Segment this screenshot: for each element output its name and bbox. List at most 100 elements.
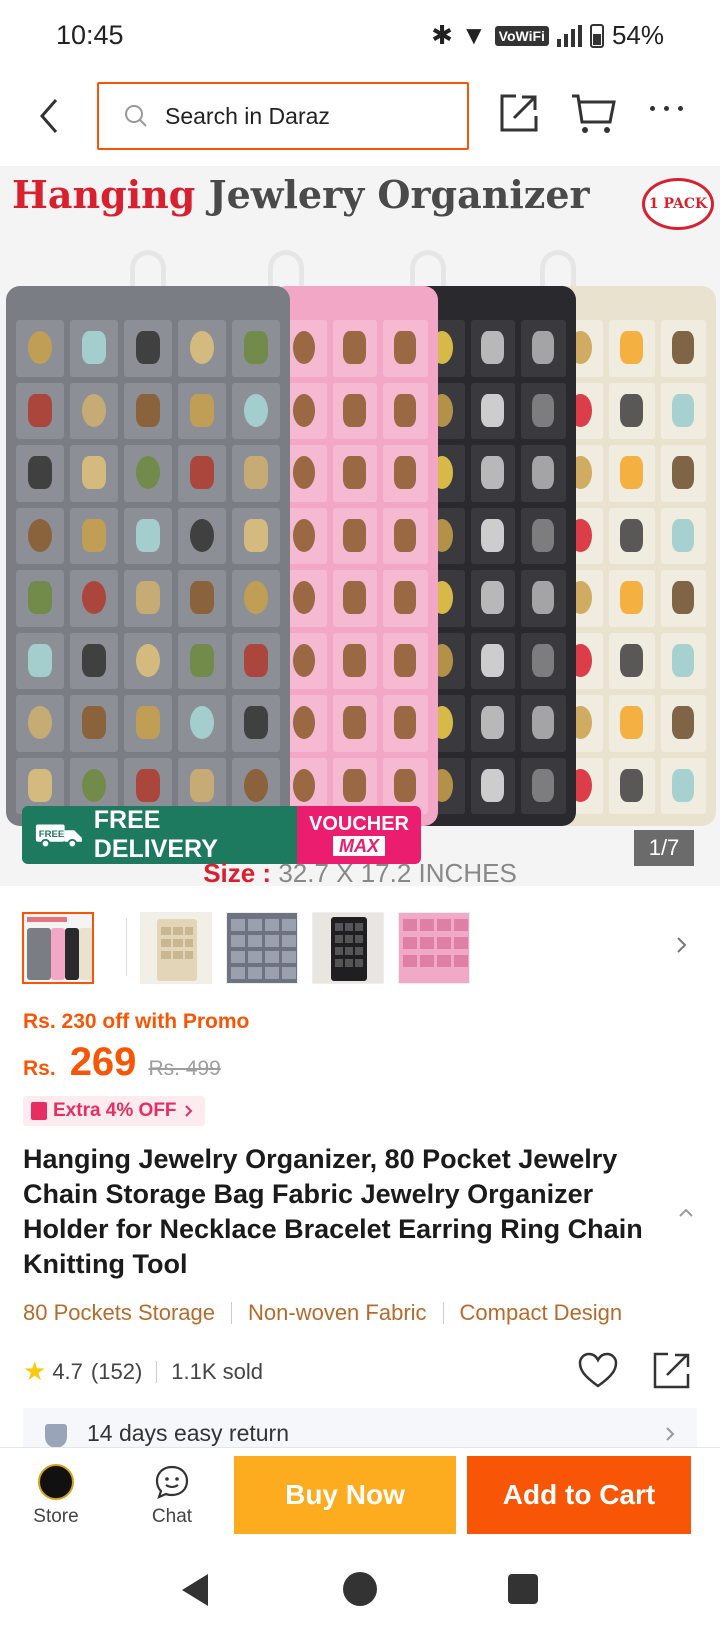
pocket <box>332 320 378 377</box>
back-button[interactable] <box>30 94 70 138</box>
share-button[interactable] <box>498 92 540 134</box>
pocket <box>609 695 655 752</box>
share-product-button[interactable] <box>652 1350 692 1390</box>
thumbnail-image <box>141 913 211 983</box>
jewelry-item <box>671 581 695 615</box>
pocket <box>16 570 64 627</box>
jewelry-item <box>189 768 214 802</box>
jewelry-item <box>292 706 316 740</box>
jewelry-item <box>394 581 417 615</box>
pocket <box>70 445 118 502</box>
truck-icon: FREE <box>35 824 82 849</box>
jewelry-item <box>532 518 555 552</box>
pocket <box>70 570 118 627</box>
pocket <box>383 382 428 439</box>
pocket <box>16 320 64 377</box>
jewelry-item <box>481 331 504 365</box>
pocket <box>124 382 172 439</box>
thumbnail-2[interactable] <box>140 912 212 984</box>
nav-back-icon[interactable] <box>180 1572 212 1608</box>
free-delivery-label: FREE DELIVERY <box>93 806 218 863</box>
wishlist-button[interactable] <box>578 1352 618 1390</box>
pocket <box>470 320 516 377</box>
pocket <box>609 757 655 814</box>
share-icon <box>500 94 538 132</box>
jewelry-item <box>481 768 504 802</box>
pocket <box>470 570 516 627</box>
thumbnail-image <box>24 914 92 982</box>
product-image-carousel[interactable]: Hanging Jewlery Organizer 1 PACK FREE FR… <box>0 166 720 886</box>
pocket <box>332 382 378 439</box>
pocket <box>521 695 566 752</box>
thumbnail-1[interactable] <box>22 912 94 984</box>
voucher-max-label: MAX <box>333 836 385 856</box>
collapse-title-button[interactable] <box>676 1206 696 1220</box>
feature-separator <box>442 1302 444 1324</box>
thumbnail-4[interactable] <box>312 912 384 984</box>
return-policy-label: 14 days easy return <box>87 1420 290 1446</box>
pocket <box>521 320 566 377</box>
jewelry-item <box>292 643 316 677</box>
jewelry-item <box>394 518 417 552</box>
free-delivery-badge: FREE FREE DELIVERY <box>22 806 297 864</box>
jewelry-item <box>135 393 160 427</box>
pocket <box>178 695 226 752</box>
thumbnail-5[interactable] <box>398 912 470 984</box>
organizer-panel-pink <box>272 286 438 826</box>
extra-off-voucher[interactable]: Extra 4% OFF <box>23 1096 205 1126</box>
jewelry-item <box>481 581 504 615</box>
rating-row[interactable]: ★ 4.7 (152) 1.1K sold <box>23 1356 263 1387</box>
thumbnail-strip <box>22 912 702 988</box>
jewelry-item <box>620 456 643 490</box>
more-dot-icon <box>678 106 683 111</box>
bottom-action-bar: Store Chat Buy Now Add to Cart <box>0 1447 720 1542</box>
pocket <box>70 382 118 439</box>
product-title: Hanging Jewelry Organizer, 80 Pocket Jew… <box>23 1144 643 1279</box>
rating-separator <box>156 1360 158 1383</box>
jewelry-item <box>532 581 555 615</box>
pocket <box>232 507 280 564</box>
pocket <box>609 382 655 439</box>
svg-text:FREE: FREE <box>39 829 65 840</box>
jewelry-item <box>81 706 106 740</box>
pocket <box>609 445 655 502</box>
chat-button[interactable]: Chat <box>136 1464 208 1530</box>
add-to-cart-button[interactable]: Add to Cart <box>467 1456 691 1534</box>
size-caption: Size : 32.7 X 17.2 INCHES <box>203 858 517 886</box>
pocket <box>660 695 706 752</box>
jewelry-item <box>243 456 268 490</box>
thumbnail-image <box>227 913 297 983</box>
pocket <box>383 320 428 377</box>
jewelry-item <box>27 768 52 802</box>
pocket <box>609 507 655 564</box>
more-dot-icon <box>650 106 655 111</box>
nav-recents-icon[interactable] <box>508 1574 538 1604</box>
buy-now-button[interactable]: Buy Now <box>234 1456 456 1534</box>
pocket <box>383 507 428 564</box>
jewelry-item <box>343 643 366 677</box>
search-input[interactable]: Search in Daraz <box>97 82 469 150</box>
return-policy-row[interactable]: 14 days easy return <box>23 1408 697 1448</box>
thumbnail-3[interactable] <box>226 912 298 984</box>
delivery-voucher-banner: FREE FREE DELIVERY VOUCHER MAX <box>22 806 421 864</box>
thumbnail-next-button[interactable] <box>672 930 692 960</box>
pocket <box>232 570 280 627</box>
signal-icon <box>556 24 582 47</box>
pocket <box>178 320 226 377</box>
jewelry-item <box>620 768 643 802</box>
jewelry-item <box>343 331 366 365</box>
more-button[interactable] <box>650 106 690 120</box>
battery-icon <box>589 23 604 48</box>
store-button[interactable]: Store <box>20 1464 92 1530</box>
pocket <box>178 632 226 689</box>
pocket <box>521 507 566 564</box>
cart-button[interactable] <box>570 92 616 136</box>
pocket <box>470 757 516 814</box>
pocket <box>70 507 118 564</box>
sold-count: 1.1K sold <box>171 1358 263 1384</box>
jewelry-item <box>135 581 160 615</box>
rating-value: 4.7 <box>52 1358 83 1384</box>
jewelry-item <box>394 706 417 740</box>
store-logo-icon <box>38 1464 74 1500</box>
nav-home-icon[interactable] <box>343 1572 377 1606</box>
